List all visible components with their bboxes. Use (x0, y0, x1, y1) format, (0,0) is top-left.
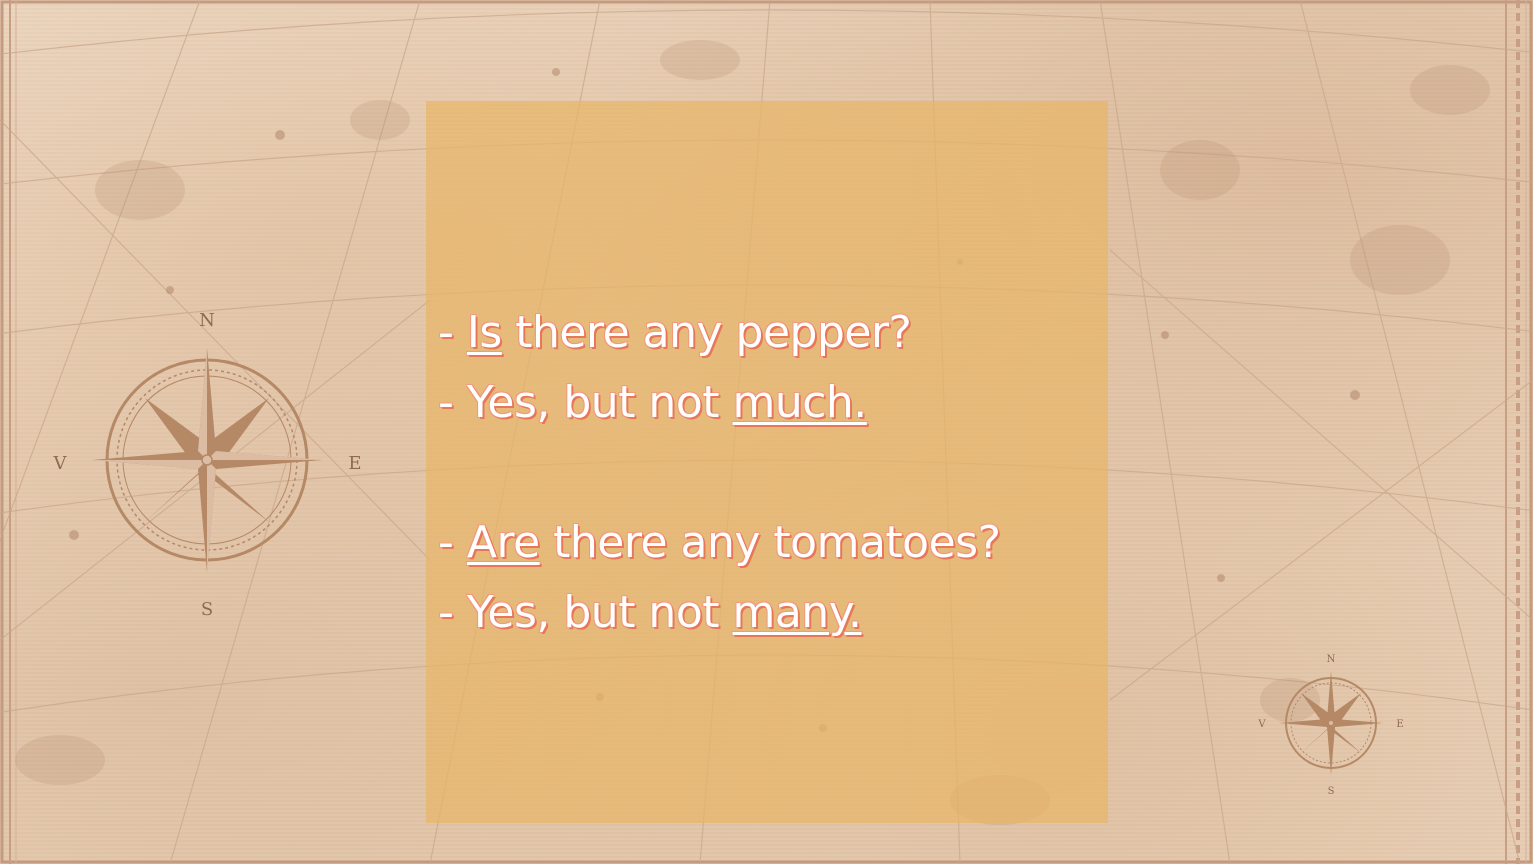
answer-pepper: - Yes, but not much. (438, 368, 1098, 438)
compass-rose-large (92, 348, 322, 572)
compass-large-s: S (201, 599, 213, 620)
compass-small-w: V (1257, 719, 1266, 730)
quantifier-emphasis: much. (732, 377, 867, 428)
compass-small-e: E (1396, 719, 1403, 730)
longitude-line (1099, 0, 1231, 864)
compass-small-s: S (1328, 786, 1335, 797)
slide: N E S V N E S V - Is there any pepper? -… (0, 0, 1533, 864)
rhumb-line (1109, 379, 1533, 701)
compass-large-e: E (348, 453, 361, 474)
question-pepper: - Is there any pepper? (438, 298, 1098, 368)
compass-large-w: V (53, 453, 68, 474)
question-tomatoes: - Are there any tomatoes? (438, 508, 1098, 578)
dialogue-text: - Is there any pepper? - Yes, but not mu… (438, 298, 1098, 648)
verb-emphasis: Is (466, 307, 502, 358)
line-rest: there any tomatoes? (539, 517, 1001, 568)
dash: - (438, 587, 467, 638)
dash: - (438, 307, 467, 358)
rhumb-line (0, 119, 431, 561)
verb-emphasis: Are (466, 517, 540, 568)
dash: - (438, 377, 467, 428)
answer-tomatoes: - Yes, but not many. (438, 578, 1098, 648)
line-rest: there any pepper? (501, 307, 912, 358)
rhumb-line (1109, 249, 1533, 621)
line-pre: Yes, but not (466, 377, 733, 428)
line-pre: Yes, but not (466, 587, 733, 638)
quantifier-emphasis: many. (732, 587, 862, 638)
compass-large-n: N (199, 310, 215, 331)
compass-small-n: N (1327, 654, 1336, 665)
dash: - (438, 517, 467, 568)
latitude-arc (0, 9, 1533, 55)
